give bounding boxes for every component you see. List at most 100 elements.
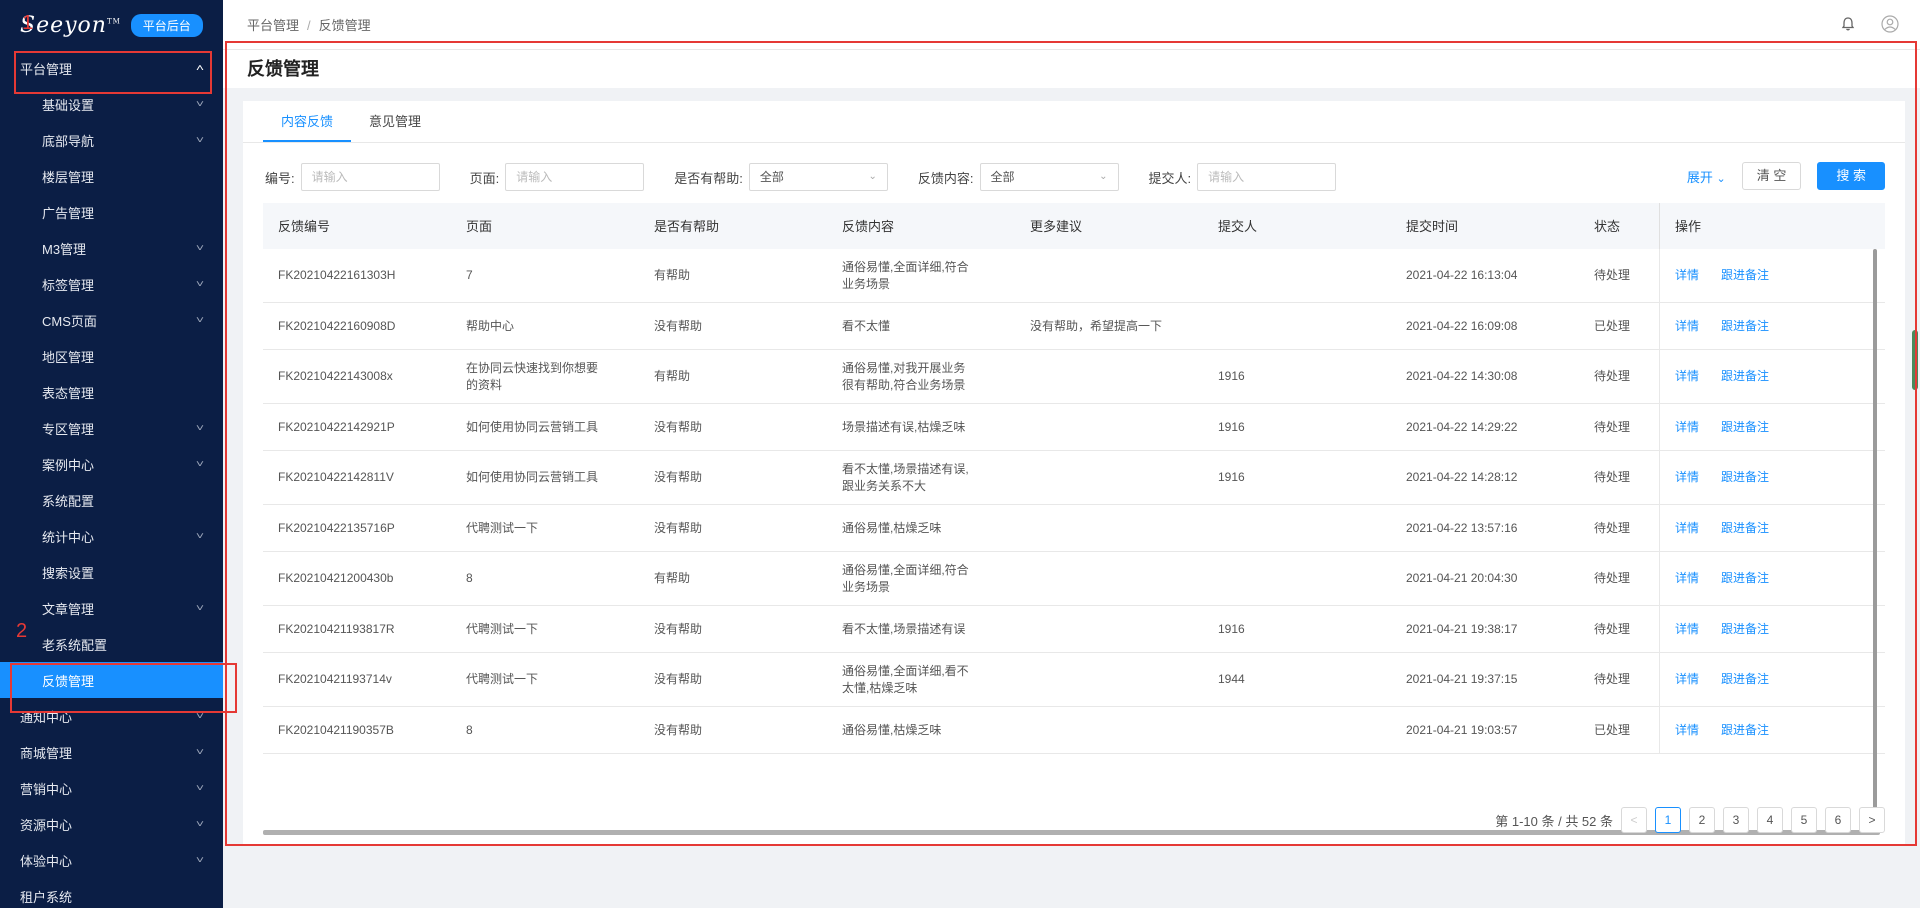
page-number-button[interactable]: 3 <box>1723 807 1749 833</box>
detail-link[interactable]: 详情 <box>1675 722 1699 739</box>
breadcrumb-item-platform[interactable]: 平台管理 <box>247 18 299 33</box>
table-cell: 8 <box>466 722 473 737</box>
row-actions: 详情 跟进备注 <box>1659 552 1879 605</box>
follow-up-note-link[interactable]: 跟进备注 <box>1721 671 1769 688</box>
sidebar-item-23[interactable]: 租户系统 <box>0 878 223 908</box>
next-page-button[interactable]: > <box>1859 807 1885 833</box>
sidebar-item-21[interactable]: 资源中心 ˅ <box>0 806 223 842</box>
sidebar-item-0[interactable]: 平台管理 ˄ <box>0 50 223 86</box>
table-row: FK20210421190357B 8 没有帮助 通俗易懂,枯燥乏味 2021-04-2… <box>263 707 1885 754</box>
detail-link[interactable]: 详情 <box>1675 621 1699 638</box>
table-row: FK20210422143008x 在协同云快速找到你想要的资料 有帮助 通俗易懂,对… <box>263 350 1885 404</box>
page-filter-label: 页面: <box>469 170 500 186</box>
table-cell: 2021-04-22 14:28:12 <box>1406 470 1518 484</box>
column-header: 更多建议 <box>1030 218 1083 234</box>
content-filter-select[interactable]: 全部 ⌄ <box>979 163 1119 191</box>
bell-icon[interactable] <box>1838 14 1858 34</box>
detail-link[interactable]: 详情 <box>1675 419 1699 436</box>
table-cell: 没有帮助 <box>654 419 703 434</box>
detail-link[interactable]: 详情 <box>1675 368 1699 385</box>
sidebar-item-8[interactable]: 地区管理 <box>0 338 223 374</box>
detail-link[interactable]: 详情 <box>1675 520 1699 537</box>
expand-filters-link[interactable]: 展开 ⌄ <box>1687 167 1726 186</box>
sidebar-item-14[interactable]: 搜索设置 <box>0 554 223 590</box>
sidebar-item-13[interactable]: 统计中心 ˅ <box>0 518 223 554</box>
content-card: 内容反馈 意见管理 编号: 请输入 页面: 请输入 是否有帮助: 全部 ⌄ 反馈内… <box>243 101 1905 845</box>
sidebar-item-label: 广告管理 <box>42 205 95 221</box>
follow-up-note-link[interactable]: 跟进备注 <box>1721 318 1769 335</box>
table-cell: FK20210422161303H <box>278 268 396 282</box>
sidebar-item-9[interactable]: 表态管理 <box>0 374 223 410</box>
detail-link[interactable]: 详情 <box>1675 267 1699 284</box>
page-number-button[interactable]: 6 <box>1825 807 1851 833</box>
search-button[interactable]: 搜 索 <box>1817 162 1885 190</box>
follow-up-note-link[interactable]: 跟进备注 <box>1721 267 1769 284</box>
follow-up-note-link[interactable]: 跟进备注 <box>1721 722 1769 739</box>
sidebar-item-15[interactable]: 文章管理 ˅ <box>0 590 223 626</box>
page-number-button[interactable]: 4 <box>1757 807 1783 833</box>
page-number-button[interactable]: 2 <box>1689 807 1715 833</box>
clear-button[interactable]: 清 空 <box>1741 162 1802 190</box>
table-cell: 如何使用协同云营销工具 <box>466 419 599 434</box>
id-filter-input[interactable]: 请输入 <box>300 163 440 191</box>
submitter-filter-input[interactable]: 请输入 <box>1197 163 1337 191</box>
sidebar-item-label: 表态管理 <box>42 385 95 401</box>
logo-tm: TM <box>106 17 121 26</box>
sidebar-item-4[interactable]: 广告管理 <box>0 194 223 230</box>
sidebar-item-1[interactable]: 基础设置 ˅ <box>0 86 223 122</box>
chevron-down-icon: ˅ <box>195 242 205 254</box>
sidebar-item-label: 基础设置 <box>42 97 95 113</box>
detail-link[interactable]: 详情 <box>1675 469 1699 486</box>
follow-up-note-link[interactable]: 跟进备注 <box>1721 368 1769 385</box>
follow-up-note-link[interactable]: 跟进备注 <box>1721 419 1769 436</box>
column-header: 是否有帮助 <box>654 218 720 234</box>
follow-up-note-link[interactable]: 跟进备注 <box>1721 570 1769 587</box>
table-cell: 待处理 <box>1594 470 1631 484</box>
sidebar-item-label: 资源中心 <box>20 817 73 833</box>
helpful-filter-select[interactable]: 全部 ⌄ <box>748 163 888 191</box>
sidebar-item-22[interactable]: 体验中心 ˅ <box>0 842 223 878</box>
table-cell: FK20210421193714v <box>278 672 392 686</box>
page-number-button[interactable]: 1 <box>1655 807 1681 833</box>
follow-up-note-link[interactable]: 跟进备注 <box>1721 469 1769 486</box>
page-number-button[interactable]: 5 <box>1791 807 1817 833</box>
tab-content-feedback[interactable]: 内容反馈 <box>263 101 352 142</box>
sidebar-item-7[interactable]: CMS页面 ˅ <box>0 302 223 338</box>
table-vertical-scrollbar[interactable] <box>1873 249 1877 809</box>
follow-up-note-link[interactable]: 跟进备注 <box>1721 520 1769 537</box>
detail-link[interactable]: 详情 <box>1675 318 1699 335</box>
sidebar-item-17[interactable]: 反馈管理 <box>0 662 223 698</box>
detail-link[interactable]: 详情 <box>1675 671 1699 688</box>
sidebar-item-label: 反馈管理 <box>42 673 95 689</box>
sidebar-item-3[interactable]: 楼层管理 <box>0 158 223 194</box>
page-scrollbar[interactable] <box>1912 330 1918 390</box>
table-cell: 没有帮助 <box>654 621 703 636</box>
user-avatar-icon[interactable] <box>1880 14 1900 34</box>
sidebar-item-19[interactable]: 商城管理 ˅ <box>0 734 223 770</box>
feedback-table: 反馈编号 页面 是否有帮助 反馈内容 更多建议 提交人 提交时间 状态 操作 FK2021042… <box>263 203 1885 843</box>
follow-up-note-link[interactable]: 跟进备注 <box>1721 621 1769 638</box>
table-cell: FK20210422160908D <box>278 318 396 333</box>
sidebar-item-5[interactable]: M3管理 ˅ <box>0 230 223 266</box>
helpful-select-value: 全部 <box>759 170 784 184</box>
sidebar-item-12[interactable]: 系统配置 <box>0 482 223 518</box>
sidebar-item-6[interactable]: 标签管理 ˅ <box>0 266 223 302</box>
column-header: 提交人 <box>1218 218 1258 234</box>
table-row: FK20210422142811V 如何使用协同云营销工具 没有帮助 看不太懂,场景描… <box>263 451 1885 505</box>
sidebar-item-20[interactable]: 营销中心 ˅ <box>0 770 223 806</box>
table-cell: 待处理 <box>1594 419 1631 434</box>
sidebar-item-11[interactable]: 案例中心 ˅ <box>0 446 223 482</box>
table-cell: 待处理 <box>1594 369 1631 383</box>
page-filter-input[interactable]: 请输入 <box>505 163 645 191</box>
sidebar-item-16[interactable]: 老系统配置 <box>0 626 223 662</box>
tab-opinion-management[interactable]: 意见管理 <box>351 101 439 142</box>
chevron-down-icon: ⌄ <box>868 171 877 182</box>
detail-link[interactable]: 详情 <box>1675 570 1699 587</box>
table-header: 反馈编号 页面 是否有帮助 反馈内容 更多建议 提交人 提交时间 状态 操作 <box>263 203 1885 249</box>
sidebar-item-10[interactable]: 专区管理 ˅ <box>0 410 223 446</box>
sidebar-item-2[interactable]: 底部导航 ˅ <box>0 122 223 158</box>
table-cell: 2021-04-22 14:29:22 <box>1406 419 1518 434</box>
prev-page-button[interactable]: < <box>1621 807 1647 833</box>
sidebar-item-18[interactable]: 通知中心 ˅ <box>0 698 223 734</box>
table-cell: 通俗易懂,全面详细,符合业务场景 <box>842 562 969 594</box>
